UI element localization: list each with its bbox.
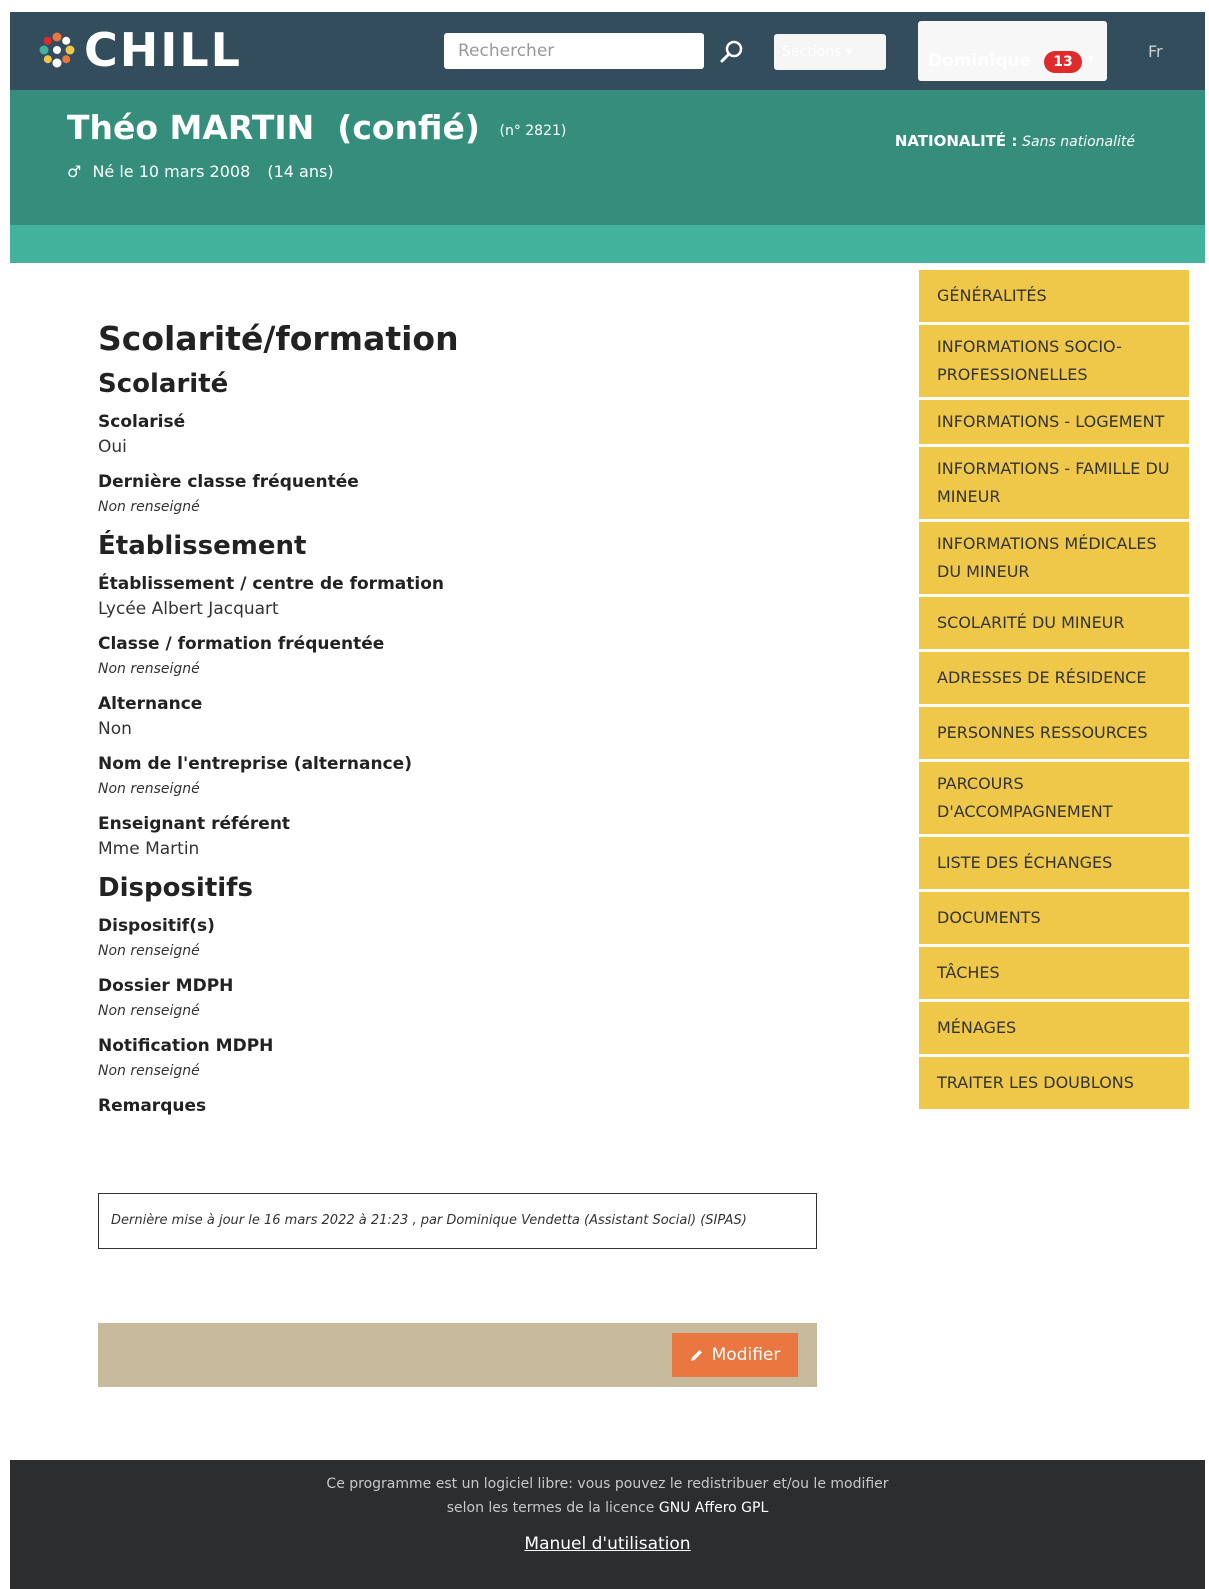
field-value: Non renseigné bbox=[98, 943, 200, 959]
search-icon[interactable] bbox=[718, 38, 746, 66]
field-value: Oui bbox=[98, 437, 127, 457]
field-label: Notification MDPH bbox=[98, 1036, 274, 1056]
field-value: Lycée Albert Jacquart bbox=[98, 599, 279, 619]
field-label: Dispositif(s) bbox=[98, 916, 215, 936]
footer-license-text: Ce programme est un logiciel libre: vous… bbox=[326, 1476, 889, 1492]
search-input[interactable] bbox=[444, 33, 704, 69]
nationality-value: Sans nationalité bbox=[1022, 134, 1135, 150]
main-content: Scolarité/formation Scolarité Scolarisé … bbox=[98, 318, 818, 1128]
sidebar-item-logement[interactable]: Informations - logement bbox=[919, 400, 1189, 444]
top-navbar: CHILL Sections ▾ Dominique 13 ▾ Fr bbox=[10, 12, 1205, 90]
field-notification-mdph: Notification MDPH Non renseigné bbox=[98, 1034, 818, 1084]
field-label: Alternance bbox=[98, 694, 203, 714]
male-icon: ♂ bbox=[67, 162, 82, 181]
sidebar-item-generalites[interactable]: Généralités bbox=[919, 270, 1189, 322]
logo-mark-icon bbox=[39, 32, 75, 68]
user-name: Dominique bbox=[928, 51, 1032, 71]
field-label: Scolarisé bbox=[98, 412, 186, 432]
sidebar-item-taches[interactable]: Tâches bbox=[919, 947, 1189, 999]
section-heading-etablissement: Établissement bbox=[98, 531, 307, 561]
person-number: (n° 2821) bbox=[499, 123, 567, 139]
edit-button-label: Modifier bbox=[711, 1345, 781, 1365]
sidebar-item-doublons[interactable]: Traiter les doublons bbox=[919, 1057, 1189, 1109]
sections-menu-button[interactable]: Sections ▾ bbox=[774, 34, 886, 70]
language-switcher[interactable]: Fr bbox=[1148, 42, 1163, 61]
chevron-down-icon: ▾ bbox=[845, 44, 853, 60]
sidebar-item-medicales[interactable]: Informations médicales du mineur bbox=[919, 522, 1189, 594]
field-alternance: Alternance Non bbox=[98, 692, 818, 742]
field-label: Dossier MDPH bbox=[98, 976, 234, 996]
field-remarques: Remarques bbox=[98, 1094, 818, 1118]
sidebar-item-scolarite[interactable]: Scolarité du mineur bbox=[919, 597, 1189, 649]
sidebar-item-famille[interactable]: Informations - famille du mineur bbox=[919, 447, 1189, 519]
person-status: (confié) bbox=[337, 108, 480, 147]
sidebar-item-parcours[interactable]: Parcours d'accompagnement bbox=[919, 762, 1189, 834]
person-name: Théo MARTIN (confié) (n° 2821) bbox=[67, 108, 566, 147]
field-entreprise: Nom de l'entreprise (alternance) Non ren… bbox=[98, 752, 818, 802]
banner-strip bbox=[10, 225, 1205, 263]
field-label: Classe / formation fréquentée bbox=[98, 634, 385, 654]
sections-menu-label: Sections bbox=[782, 44, 842, 60]
nationality-label: NATIONALITÉ : bbox=[894, 132, 1018, 150]
pencil-icon bbox=[690, 1350, 702, 1361]
field-value: Non renseigné bbox=[98, 1003, 200, 1019]
field-derniere-classe: Dernière classe fréquentée Non renseigné bbox=[98, 470, 818, 520]
person-banner: Théo MARTIN (confié) (n° 2821) ♂ Né le 1… bbox=[10, 90, 1205, 225]
person-age: (14 ans) bbox=[267, 162, 334, 181]
user-manual-link[interactable]: Manuel d'utilisation bbox=[10, 1534, 1205, 1554]
field-value: Non renseigné bbox=[98, 661, 200, 677]
footer-license-line: selon les termes de la licence GNU Affer… bbox=[10, 1500, 1205, 1516]
record-actions-bar: Modifier bbox=[98, 1323, 817, 1387]
footer-license-prefix: selon les termes de la licence bbox=[446, 1500, 655, 1516]
page-footer: Ce programme est un logiciel libre: vous… bbox=[10, 1460, 1205, 1589]
birth-date: Né le 10 mars 2008 bbox=[92, 162, 251, 181]
field-label: Dernière classe fréquentée bbox=[98, 472, 359, 492]
field-value: Non renseigné bbox=[98, 781, 200, 797]
person-full-name: Théo MARTIN bbox=[67, 108, 315, 147]
field-value: Non renseigné bbox=[98, 499, 200, 515]
field-value: Non bbox=[98, 719, 132, 739]
page-title: Scolarité/formation bbox=[98, 319, 459, 358]
chill-logo[interactable]: CHILL bbox=[34, 22, 242, 78]
last-update-info: Dernière mise à jour le 16 mars 2022 à 2… bbox=[98, 1193, 817, 1249]
sidebar-item-documents[interactable]: Documents bbox=[919, 892, 1189, 944]
logo-text: CHILL bbox=[84, 23, 242, 77]
person-sidebar-menu: Généralités Informations socio-professio… bbox=[919, 270, 1189, 1112]
section-heading-scolarite: Scolarité bbox=[98, 369, 229, 399]
sidebar-item-menages[interactable]: Ménages bbox=[919, 1002, 1189, 1054]
field-dispositifs: Dispositif(s) Non renseigné bbox=[98, 914, 818, 964]
section-heading-dispositifs: Dispositifs bbox=[98, 873, 253, 903]
chevron-down-icon: ▾ bbox=[1088, 51, 1095, 65]
sidebar-item-personnes-ressources[interactable]: Personnes ressources bbox=[919, 707, 1189, 759]
field-etablissement: Établissement / centre de formation Lycé… bbox=[98, 572, 818, 622]
person-birth-info: ♂ Né le 10 mars 2008 (14 ans) bbox=[67, 162, 334, 181]
field-label: Nom de l'entreprise (alternance) bbox=[98, 754, 412, 774]
field-label: Enseignant référent bbox=[98, 814, 291, 834]
license-link[interactable]: GNU Affero GPL bbox=[659, 1500, 768, 1516]
field-enseignant: Enseignant référent Mme Martin bbox=[98, 812, 818, 862]
field-value: Mme Martin bbox=[98, 839, 200, 859]
field-dossier-mdph: Dossier MDPH Non renseigné bbox=[98, 974, 818, 1024]
field-label: Remarques bbox=[98, 1096, 207, 1116]
sidebar-item-adresses[interactable]: Adresses de résidence bbox=[919, 652, 1189, 704]
sidebar-item-echanges[interactable]: Liste des échanges bbox=[919, 837, 1189, 889]
notification-badge: 13 bbox=[1044, 51, 1082, 73]
nationality: NATIONALITÉ : Sans nationalité bbox=[895, 132, 1135, 150]
edit-button[interactable]: Modifier bbox=[672, 1333, 798, 1377]
field-value: Non renseigné bbox=[98, 1063, 200, 1079]
sidebar-item-socio-pro[interactable]: Informations socio-professionelles bbox=[919, 325, 1189, 397]
user-menu-button[interactable]: Dominique 13 ▾ bbox=[918, 21, 1107, 81]
field-classe-formation: Classe / formation fréquentée Non rensei… bbox=[98, 632, 818, 682]
field-label: Établissement / centre de formation bbox=[98, 574, 444, 594]
field-scolarise: Scolarisé Oui bbox=[98, 410, 818, 460]
